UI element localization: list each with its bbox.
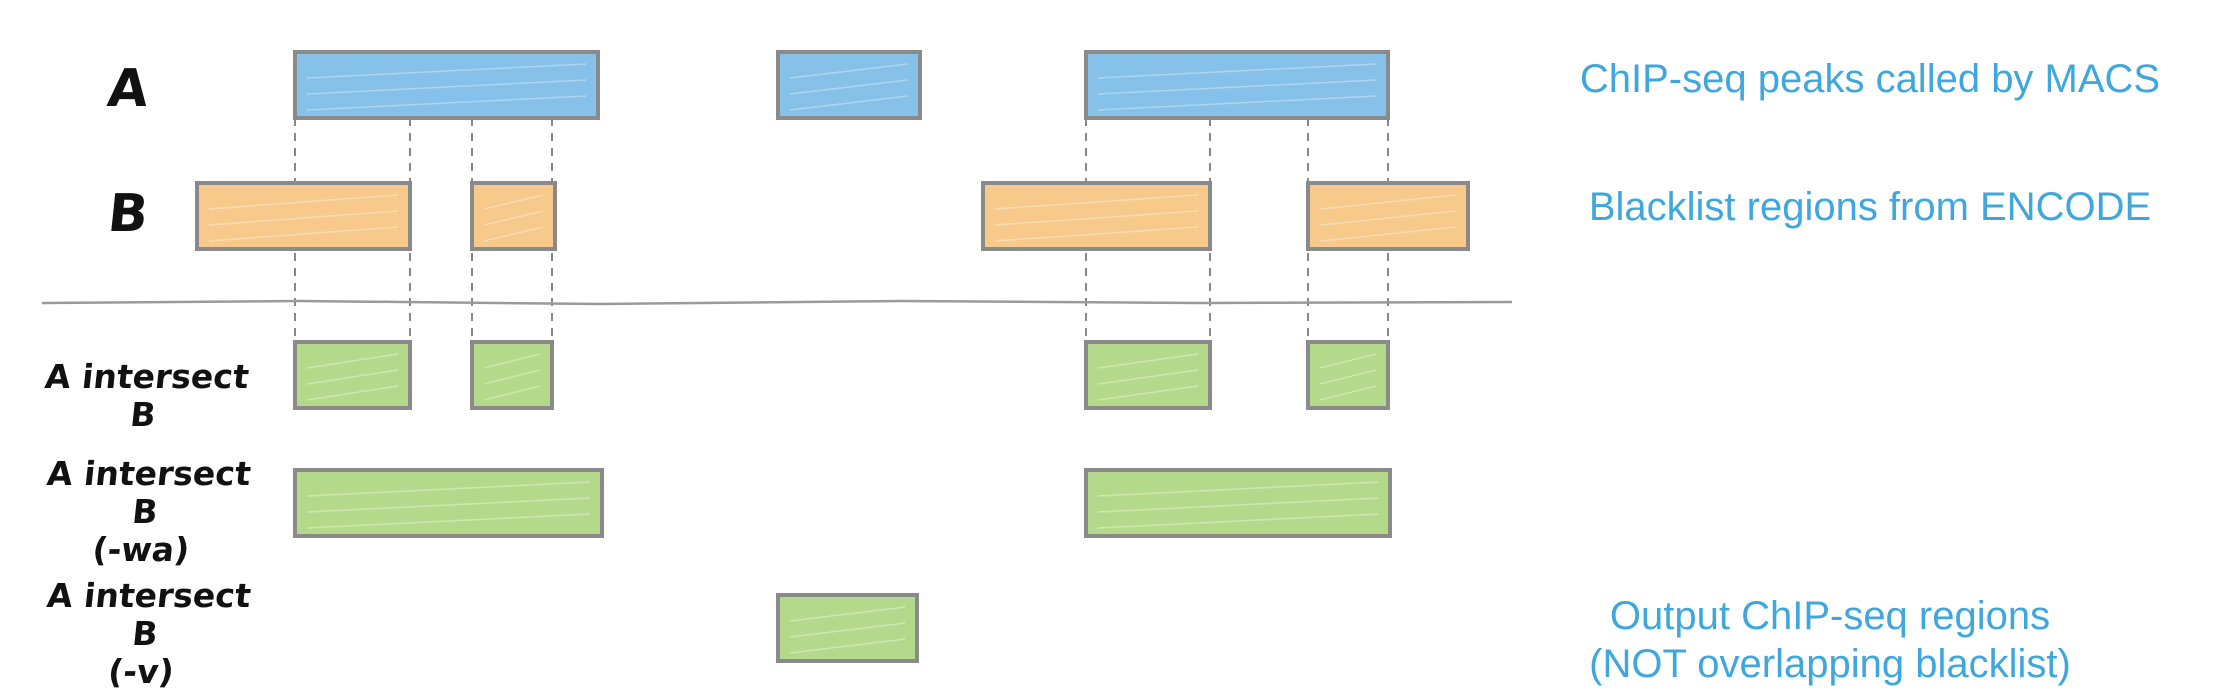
- row-label-intersect-v-main: A intersect B: [45, 576, 253, 653]
- guide-lines: [294, 118, 1389, 342]
- note-output-line1: Output ChIP-seq regions: [1609, 594, 2051, 638]
- interval-intersect-1: [293, 340, 412, 410]
- row-label-intersect-wa: A intersect B (-wa): [24, 454, 266, 569]
- intersect-diagram: [41, 50, 1513, 663]
- note-peaks: ChIP-seq peaks called by MACS: [1579, 57, 2161, 101]
- interval-intersect-3: [1084, 340, 1212, 410]
- row-label-b: B: [105, 184, 152, 244]
- interval-intersect-4: [1306, 340, 1390, 410]
- interval-B-2: [470, 181, 557, 251]
- note-output: Output ChIP-seq regions (NOT overlapping…: [1500, 592, 2160, 688]
- interval-intersect-2: [470, 340, 554, 410]
- note-blacklist: Blacklist regions from ENCODE: [1588, 185, 2152, 229]
- separator-line: [41, 299, 1513, 306]
- row-label-intersect-wa-main: A intersect B: [45, 454, 253, 531]
- interval-bars: [195, 50, 1470, 663]
- row-label-intersect-v-flag: (-v): [106, 651, 176, 691]
- row-label-a: A: [104, 59, 152, 119]
- row-label-intersect-wa-flag: (-wa): [90, 529, 192, 569]
- interval-intersect-v-1: [776, 593, 919, 663]
- note-output-line2: (NOT overlapping blacklist): [1589, 642, 2071, 686]
- row-label-intersect: A intersect B: [43, 357, 251, 434]
- row-label-intersect-v: A intersect B (-v): [24, 576, 266, 691]
- interval-A-2: [776, 50, 922, 120]
